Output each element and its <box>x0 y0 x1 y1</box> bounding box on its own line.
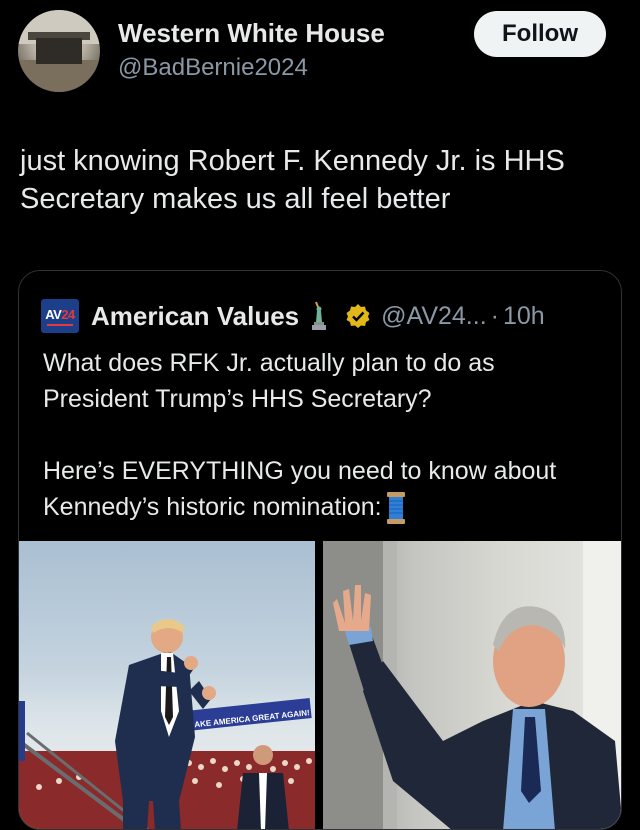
quoted-paragraph-1: What does RFK Jr. actually plan to do as… <box>43 349 495 413</box>
quoted-paragraph-2: Here’s EVERYTHING you need to know about… <box>43 457 557 521</box>
rally-photo-illustration: MAKE AMERICA GREAT AGAIN! <box>19 619 315 829</box>
author-name[interactable]: Western White House <box>118 18 385 49</box>
author-avatar[interactable] <box>18 10 100 92</box>
quoted-timestamp[interactable]: 10h <box>503 302 545 331</box>
tweet-header: Western White House @BadBernie2024 Follo… <box>0 0 640 110</box>
avatar-text-av: AV <box>45 306 62 322</box>
quoted-tweet-text: What does RFK Jr. actually plan to do as… <box>43 345 603 525</box>
follow-button[interactable]: Follow <box>474 11 606 57</box>
photo-trump-rally[interactable]: MAKE AMERICA GREAT AGAIN! <box>19 541 315 829</box>
spool-of-thread-icon <box>386 492 405 525</box>
separator-dot: · <box>490 301 499 330</box>
rfk-photo-illustration <box>323 541 621 829</box>
quoted-tweet-header: AV24 American Values @AV24... · 10h <box>41 299 545 333</box>
quoted-author-handle[interactable]: @AV24... <box>381 302 487 331</box>
verified-badge-icon <box>346 304 370 328</box>
avatar-text-24: 24 <box>61 306 75 322</box>
photo-rfk-waving[interactable] <box>323 541 621 829</box>
author-handle[interactable]: @BadBernie2024 <box>118 54 308 82</box>
quoted-author-avatar[interactable]: AV24 <box>41 299 79 333</box>
quoted-tweet[interactable]: AV24 American Values @AV24... · 10h What… <box>18 270 622 830</box>
statue-of-liberty-icon <box>312 301 327 330</box>
tweet-text: just knowing Robert F. Kennedy Jr. is HH… <box>20 145 565 215</box>
quoted-author-name[interactable]: American Values <box>91 301 299 332</box>
